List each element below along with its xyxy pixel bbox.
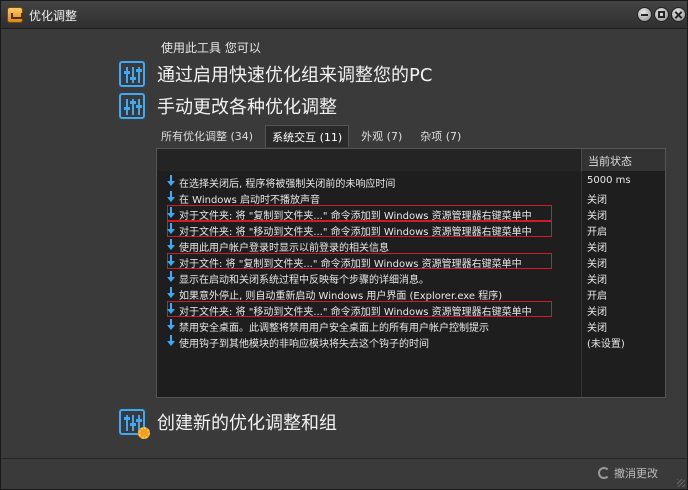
row-text: 对于文件: 将 "复制到文件夹..." 命令添加到 Windows 资源管理器右…	[179, 259, 522, 270]
row-text: 对于文件夹: 将 "移动到文件夹..." 命令添加到 Windows 资源管理器…	[179, 227, 532, 238]
minimize-icon	[641, 14, 648, 16]
table-row[interactable]: 如果意外停止, 则自动重新启动 Windows 用户界面 (Explorer.e…	[157, 285, 665, 302]
title-bar[interactable]: 优化调整	[1, 1, 687, 29]
row-status: (未设置)	[587, 339, 625, 350]
table-row[interactable]: 显示在启动和关闭系统过程中反映每个步骤的详细消息。 关闭	[157, 269, 665, 286]
row-text: 对于文件夹: 将 "移动到文件夹..." 命令添加到 Windows 资源管理器…	[179, 307, 532, 318]
table-rows: 在选择关闭后, 程序将被强制关闭前的未响应时间 5000 ms 在 Windows…	[157, 173, 665, 350]
table-row[interactable]: 对于文件夹: 将 "移动到文件夹..." 命令添加到 Windows 资源管理器…	[157, 221, 665, 238]
arrow-down-icon	[167, 191, 175, 203]
quick-optimize-link[interactable]: 通过启用快速优化组来调整您的PC	[119, 59, 432, 89]
close-button[interactable]	[671, 7, 686, 22]
row-text: 如果意外停止, 则自动重新启动 Windows 用户界面 (Explorer.e…	[179, 291, 503, 302]
arrow-down-icon	[167, 335, 175, 347]
table-row[interactable]: 对于文件夹: 将 "移动到文件夹..." 命令添加到 Windows 资源管理器…	[157, 301, 665, 318]
maximize-button[interactable]	[654, 7, 669, 22]
arrow-down-icon	[167, 319, 175, 331]
undo-icon	[598, 467, 610, 479]
arrow-down-icon	[167, 287, 175, 299]
window-title: 优化调整	[29, 9, 78, 23]
tab-misc[interactable]: 杂项 (7)	[414, 125, 467, 147]
row-text: 对于文件夹: 将 "复制到文件夹..." 命令添加到 Windows 资源管理器…	[179, 211, 532, 222]
row-status: 关闭	[587, 195, 607, 206]
table-row[interactable]: 在 Windows 启动时不播放声音 关闭	[157, 189, 665, 206]
tab-system-interaction[interactable]: 系统交互 (11)	[265, 125, 350, 147]
arrow-down-icon	[167, 303, 175, 315]
arrow-down-icon	[167, 239, 175, 251]
sliders-gear-icon	[119, 409, 150, 439]
quick-optimize-icon	[119, 61, 145, 87]
row-status: 关闭	[587, 211, 607, 222]
row-status: 关闭	[587, 323, 607, 334]
table-row[interactable]: 对于文件: 将 "复制到文件夹..." 命令添加到 Windows 资源管理器右…	[157, 253, 665, 270]
app-icon	[7, 7, 23, 23]
optimization-window: 优化调整 使用此工具 您可以 通过启用快速优化组来调整您的PC 手动更改各种优化…	[0, 0, 688, 490]
row-text: 使用钩子到其他模块的非响应模块将失去这个钩子的时间	[179, 339, 429, 350]
arrow-down-icon	[167, 175, 175, 187]
maximize-icon	[658, 11, 665, 18]
tab-all[interactable]: 所有优化调整 (34)	[155, 125, 259, 147]
category-tabs: 所有优化调整 (34) 系统交互 (11) 外观 (7) 杂项 (7)	[155, 125, 473, 147]
arrow-down-icon	[167, 255, 175, 267]
row-status: 5000 ms	[587, 175, 631, 186]
row-text: 显示在启动和关闭系统过程中反映每个步骤的详细消息。	[179, 275, 429, 286]
row-status: 关闭	[587, 243, 607, 254]
row-status: 开启	[587, 227, 607, 238]
table-row[interactable]: 使用此用户帐户登录时显示以前登录的相关信息 关闭	[157, 237, 665, 254]
create-tweak-link[interactable]: 创建新的优化调整和组	[119, 407, 337, 439]
row-text: 禁用安全桌面。此调整将禁用用户安全桌面上的所有用户帐户控制提示	[179, 323, 489, 334]
manual-tweaks-label: 手动更改各种优化调整	[157, 97, 337, 118]
manual-tweaks-link[interactable]: 手动更改各种优化调整	[119, 91, 337, 121]
tab-appearance[interactable]: 外观 (7)	[355, 125, 408, 147]
quick-optimize-label: 通过启用快速优化组来调整您的PC	[157, 65, 433, 86]
table-row[interactable]: 使用钩子到其他模块的非响应模块将失去这个钩子的时间 (未设置)	[157, 333, 665, 350]
tweaks-table: 当前状态 在选择关闭后, 程序将被强制关闭前的未响应时间 5000 ms 在 Wi…	[156, 148, 666, 398]
row-status: 开启	[587, 291, 607, 302]
intro-text: 使用此工具 您可以	[161, 41, 261, 55]
gear-icon	[138, 427, 150, 439]
row-text: 在选择关闭后, 程序将被强制关闭前的未响应时间	[179, 179, 396, 190]
row-status: 关闭	[587, 307, 607, 318]
create-tweak-label: 创建新的优化调整和组	[157, 413, 337, 434]
status-column-header[interactable]: 当前状态	[581, 149, 665, 171]
arrow-down-icon	[167, 271, 175, 283]
row-status: 关闭	[587, 275, 607, 286]
row-text: 使用此用户帐户登录时显示以前登录的相关信息	[179, 243, 389, 254]
row-status: 关闭	[587, 259, 607, 270]
undo-changes-button[interactable]: 撤消更改	[598, 464, 658, 482]
table-row[interactable]: 对于文件夹: 将 "复制到文件夹..." 命令添加到 Windows 资源管理器…	[157, 205, 665, 222]
table-row[interactable]: 在选择关闭后, 程序将被强制关闭前的未响应时间 5000 ms	[157, 173, 665, 190]
resize-grip[interactable]	[677, 479, 685, 487]
undo-label: 撤消更改	[614, 467, 658, 480]
arrow-down-icon	[167, 223, 175, 235]
row-text: 在 Windows 启动时不播放声音	[179, 195, 320, 206]
table-row[interactable]: 禁用安全桌面。此调整将禁用用户安全桌面上的所有用户帐户控制提示 关闭	[157, 317, 665, 334]
sliders-icon	[119, 93, 145, 119]
arrow-down-icon	[167, 207, 175, 219]
minimize-button[interactable]	[637, 7, 652, 22]
